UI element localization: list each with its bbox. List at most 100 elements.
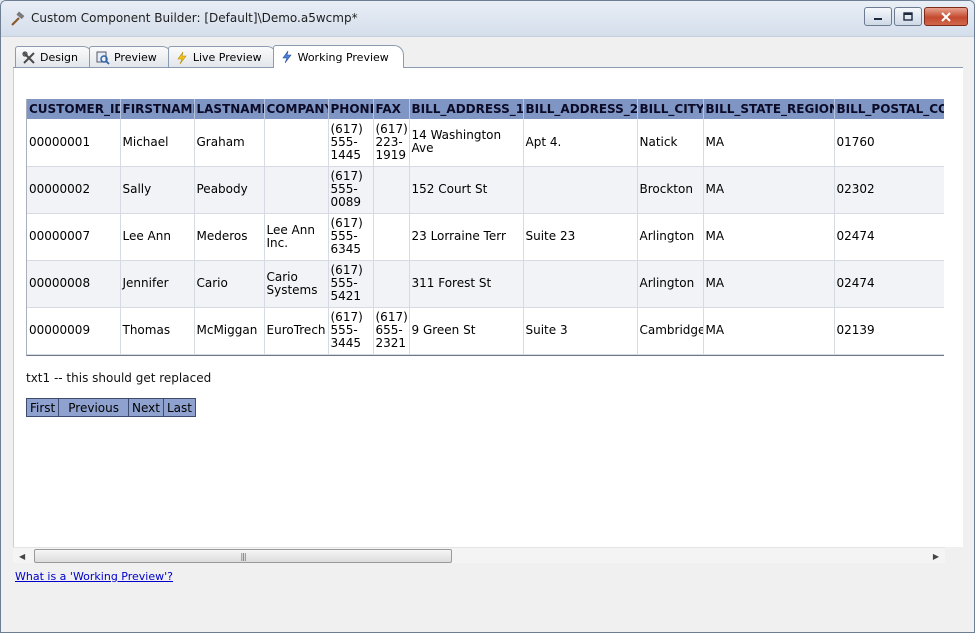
column-header[interactable]: CUSTOMER_ID [27,99,121,119]
cell: 02474 [834,213,944,261]
cell: 00000001 [27,119,121,167]
table-row[interactable]: 00000009 Thomas McMiggan EuroTrech (617)… [27,307,944,355]
cell: Jennifer [120,260,195,308]
grip-icon: ||| [240,551,246,561]
working-preview-help-link[interactable]: What is a 'Working Preview'? [15,570,173,583]
maximize-button[interactable] [894,7,922,26]
cell: 02139 [834,307,944,355]
cell [264,119,329,167]
tab-working-preview[interactable]: Working Preview [272,45,404,68]
column-header[interactable]: FAX [373,99,410,119]
column-header[interactable]: BILL_STATE_REGION [703,99,835,119]
minimize-icon [874,17,882,20]
previous-page-button[interactable]: Previous [58,398,129,417]
cell: MA [703,119,835,167]
close-button[interactable] [924,7,968,26]
cell: 00000002 [27,166,121,214]
cell: Cario Systems [264,260,329,308]
lightning-icon [177,51,187,64]
txt1-placeholder: txt1 -- this should get replaced [26,371,212,385]
tab-live-preview[interactable]: Live Preview [167,46,277,68]
tools-icon [22,50,35,64]
cell: Lee Ann [120,213,195,261]
cell: MA [703,213,835,261]
cell: EuroTrech [264,307,329,355]
cell: (617) 655-2321 [373,307,410,355]
minimize-button[interactable] [864,7,892,26]
column-header[interactable]: BILL_ADDRESS_2 [523,99,638,119]
cell: (617) 555-1445 [328,119,374,167]
tab-design[interactable]: Design [15,46,93,68]
cell: 9 Green St [409,307,524,355]
cell: (617) 223-1919 [373,119,410,167]
cell: 00000009 [27,307,121,355]
column-header[interactable]: FIRSTNAME [120,99,195,119]
tab-label: Design [40,51,78,64]
pager: First Previous Next Last [26,398,196,417]
table-row[interactable]: 00000007 Lee Ann Mederos Lee Ann Inc. (6… [27,213,944,261]
cell: Lee Ann Inc. [264,213,329,261]
cell [373,166,410,214]
cell: Arlington [637,213,704,261]
cell: Mederos [194,213,265,261]
close-icon [941,11,951,22]
first-page-button[interactable]: First [26,398,60,417]
cell: MA [703,260,835,308]
last-page-button[interactable]: Last [162,398,196,417]
maximize-icon [903,12,913,21]
cell [523,166,638,214]
cell: (617) 555-0089 [328,166,374,214]
column-header[interactable]: BILL_CITY [637,99,704,119]
cell: 02302 [834,166,944,214]
cell [523,260,638,308]
cell: Graham [194,119,265,167]
column-header[interactable]: PHONE [328,99,374,119]
cell: (617) 555-5421 [328,260,374,308]
scroll-thumb[interactable]: ||| [34,549,452,563]
tab-label: Live Preview [192,51,262,64]
tab-label: Working Preview [297,50,389,64]
cell: Peabody [194,166,265,214]
column-header[interactable]: LASTNAME [194,99,265,119]
tab-strip: Design Preview Live Preview Working Prev… [15,45,404,68]
cell: Natick [637,119,704,167]
cell: Apt 4. [523,119,638,167]
header-row: CUSTOMER_ID FIRSTNAME LASTNAME COMPANY P… [27,99,944,119]
cell: 02474 [834,260,944,308]
scroll-right-icon[interactable]: ▶ [933,552,939,561]
hammer-icon [11,11,25,26]
cell: (617) 555-6345 [328,213,374,261]
cell: Cambridge [637,307,704,355]
builder-window: Custom Component Builder: [Default]\Demo… [0,0,975,633]
title-bar[interactable]: Custom Component Builder: [Default]\Demo… [1,1,974,37]
cell: Brockton [637,166,704,214]
next-page-button[interactable]: Next [127,398,164,417]
cell: 00000007 [27,213,121,261]
cell: Suite 3 [523,307,638,355]
cell: 23 Lorraine Terr [409,213,524,261]
horizontal-scrollbar[interactable]: ◀ ||| ▶ [13,547,945,563]
column-header[interactable]: BILL_ADDRESS_1 [409,99,524,119]
table-row[interactable]: 00000001 Michael Graham (617) 555-1445 (… [27,119,944,167]
column-header[interactable]: COMPANY [264,99,329,119]
tab-preview[interactable]: Preview [88,46,172,68]
working-preview-panel: CUSTOMER_ID FIRSTNAME LASTNAME COMPANY P… [13,68,963,547]
tab-label: Preview [113,51,157,64]
lightning-icon [282,50,292,64]
cell: Michael [120,119,195,167]
cell: Cario [194,260,265,308]
column-header[interactable]: BILL_POSTAL_CO [834,99,944,119]
table-row[interactable]: 00000002 Sally Peabody (617) 555-0089 15… [27,166,944,214]
window-title: Custom Component Builder: [Default]\Demo… [31,11,358,25]
cell [373,213,410,261]
cell: 14 Washington Ave [409,119,524,167]
cell: (617) 555-3445 [328,307,374,355]
cell: Arlington [637,260,704,308]
cell: MA [703,166,835,214]
table-row[interactable]: 00000008 Jennifer Cario Cario Systems (6… [27,260,944,308]
cell [264,166,329,214]
scroll-left-icon[interactable]: ◀ [19,552,25,561]
cell: MA [703,307,835,355]
cell [373,260,410,308]
cell: 152 Court St [409,166,524,214]
